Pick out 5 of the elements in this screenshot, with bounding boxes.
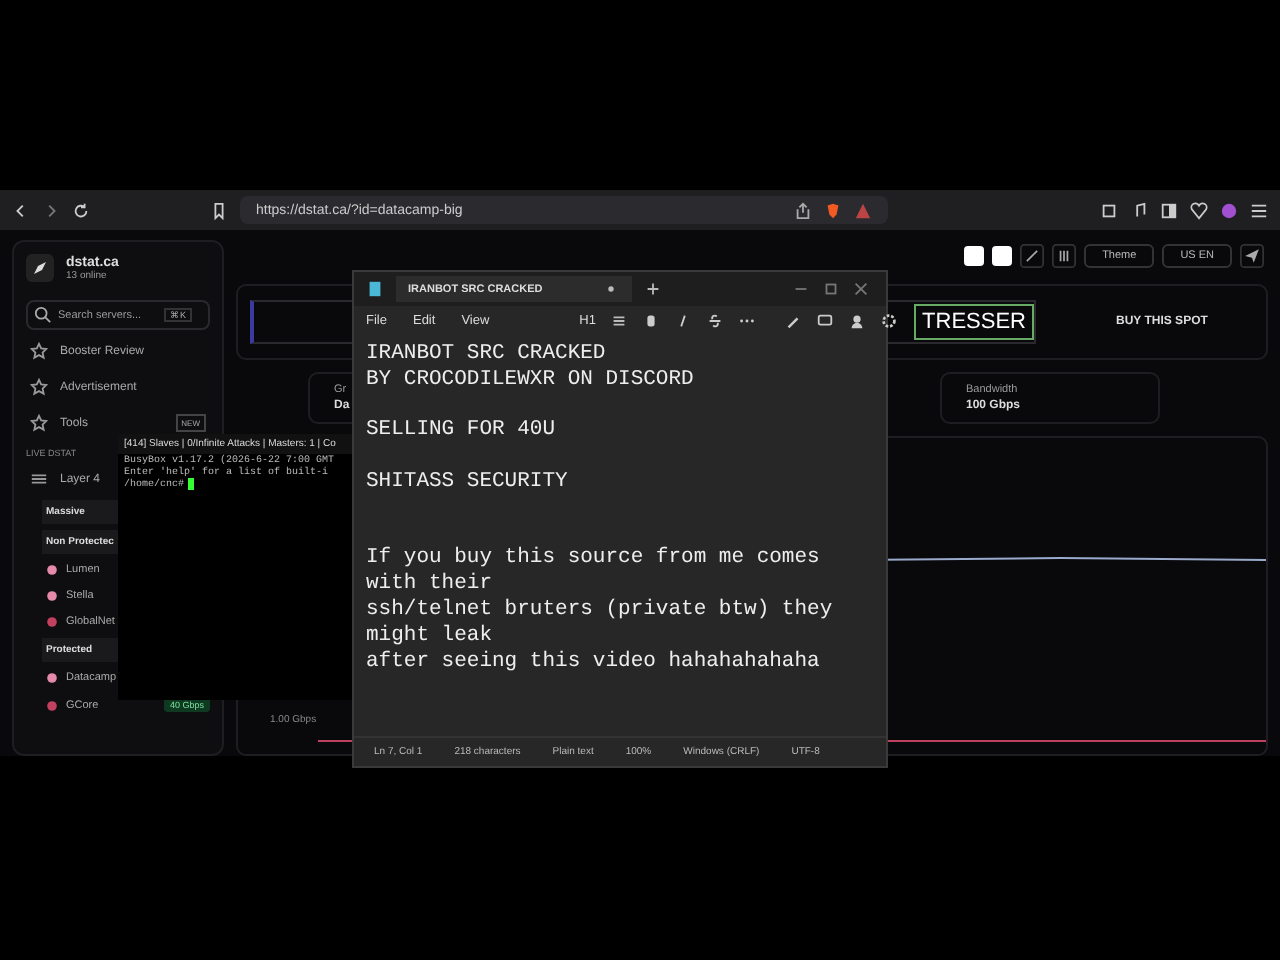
text-line: SHITASS SECURITY bbox=[366, 469, 570, 496]
text-line: IRANBOT SRC CRACKED bbox=[366, 342, 608, 368]
text-line: after seeing this video hahahahahaha bbox=[366, 649, 822, 675]
text-line: SELLING FOR 40U bbox=[366, 418, 558, 445]
text-line: BY CROCODILEWXR ON DISCORD bbox=[366, 367, 696, 394]
